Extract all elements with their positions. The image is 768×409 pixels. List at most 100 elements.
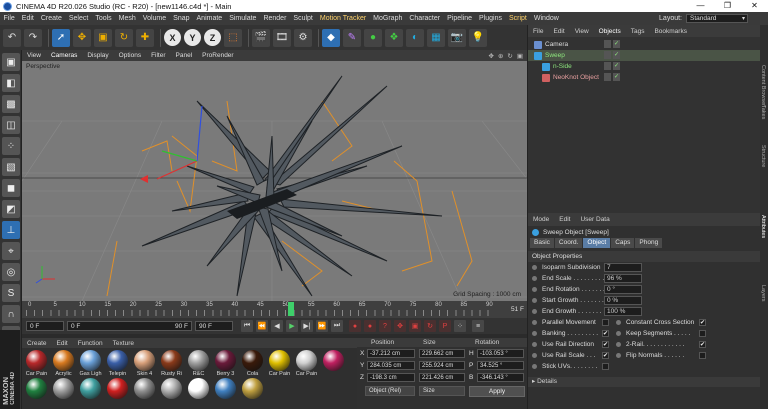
- deformer-icon[interactable]: ◐: [406, 28, 424, 47]
- menu-simulate[interactable]: Simulate: [226, 12, 260, 25]
- points-mode-icon[interactable]: ⁘: [2, 137, 20, 155]
- attribute-value-field[interactable]: 0 °: [604, 285, 642, 294]
- select-arrow-icon[interactable]: ➚: [52, 28, 70, 47]
- menu-mesh[interactable]: Mesh: [115, 12, 139, 25]
- preview-range-slider[interactable]: 0 F 90 F: [67, 321, 192, 331]
- checkbox-row[interactable]: Constant Cross Section ✔: [616, 317, 706, 328]
- record-rotation-icon[interactable]: ↻: [424, 320, 436, 332]
- material-swatch[interactable]: Cola: [240, 350, 265, 378]
- point-level-icon[interactable]: ⁘: [454, 320, 466, 332]
- object-row[interactable]: Sweep ✓: [528, 50, 760, 61]
- go-to-start-icon[interactable]: ⏮: [241, 320, 253, 332]
- side-tab-structure[interactable]: Structure: [760, 145, 766, 167]
- viewport-solo-icon[interactable]: ◎: [2, 263, 20, 281]
- material-swatch[interactable]: [186, 378, 211, 406]
- menu-mograph[interactable]: MoGraph: [370, 12, 406, 25]
- rotation-field[interactable]: 34.525 °: [477, 361, 524, 370]
- play-icon[interactable]: ▶: [286, 320, 298, 332]
- texture-mode-icon[interactable]: ▩: [2, 95, 20, 113]
- move-icon[interactable]: ✥: [73, 28, 91, 47]
- menu-sculpt[interactable]: Sculpt: [290, 12, 316, 25]
- menu-motion-tracker[interactable]: Motion Tracker: [316, 12, 369, 25]
- animate-dot-icon[interactable]: [616, 331, 621, 336]
- rotation-field[interactable]: -103.053 °: [477, 349, 524, 358]
- attribute-menu-user-data[interactable]: User Data: [575, 216, 614, 223]
- material-swatch[interactable]: R&C: [186, 350, 211, 378]
- animate-dot-icon[interactable]: [616, 320, 621, 325]
- animate-dot-icon[interactable]: [532, 287, 537, 292]
- material-menu-edit[interactable]: Edit: [52, 340, 73, 347]
- enabled-checkmark-icon[interactable]: ✓: [613, 51, 620, 59]
- tab-coord[interactable]: Coord.: [554, 238, 583, 248]
- object-row[interactable]: n-Side ✓: [528, 61, 760, 72]
- render-picture-viewer-icon[interactable]: 🎞: [273, 28, 291, 47]
- attribute-value-field[interactable]: 100 %: [604, 307, 642, 316]
- attribute-menu-edit[interactable]: Edit: [554, 216, 575, 223]
- checkbox-row[interactable]: Flip Normals . . . . . .: [616, 350, 706, 361]
- checkbox[interactable]: ✔: [699, 319, 706, 326]
- 3d-viewport[interactable]: Perspective Grid Spacing : 1000 cm: [22, 61, 527, 301]
- menu-snap[interactable]: Snap: [170, 12, 193, 25]
- menu-select[interactable]: Select: [65, 12, 91, 25]
- scale-icon[interactable]: ▣: [94, 28, 112, 47]
- maximize-button[interactable]: ❐: [714, 0, 741, 12]
- viewport-menu-display[interactable]: Display: [82, 52, 113, 59]
- material-swatch[interactable]: Skin 4: [132, 350, 157, 378]
- workplane-icon[interactable]: ◫: [2, 116, 20, 134]
- animate-dot-icon[interactable]: [532, 309, 537, 314]
- previous-key-icon[interactable]: ⏪: [256, 320, 268, 332]
- start-frame-field[interactable]: 0 F: [26, 321, 64, 331]
- checkbox-row[interactable]: Use Rail Direction ✔: [532, 339, 610, 350]
- menu-render[interactable]: Render: [260, 12, 290, 25]
- camera-icon[interactable]: 📷: [448, 28, 466, 47]
- rotate-icon[interactable]: ↻: [115, 28, 133, 47]
- checkbox-row[interactable]: Parallel Movement: [532, 317, 610, 328]
- undo-icon[interactable]: ↶: [3, 28, 21, 47]
- make-editable-icon[interactable]: ▣: [2, 53, 20, 71]
- material-swatch[interactable]: Rusty Ri: [159, 350, 184, 378]
- redo-icon[interactable]: ↷: [24, 28, 42, 47]
- next-frame-icon[interactable]: ▶|: [301, 320, 313, 332]
- checkbox[interactable]: ✔: [699, 341, 706, 348]
- spline-pen-icon[interactable]: ✎: [343, 28, 361, 47]
- animate-dot-icon[interactable]: [532, 276, 537, 281]
- menu-pipeline[interactable]: Pipeline: [444, 12, 476, 25]
- record-parameter-icon[interactable]: P: [439, 320, 451, 332]
- animate-dot-icon[interactable]: [532, 353, 537, 358]
- enable-axis-icon[interactable]: ⊥: [2, 221, 20, 239]
- close-button[interactable]: ✕: [741, 0, 768, 12]
- checkbox[interactable]: [699, 330, 706, 337]
- animate-dot-icon[interactable]: [616, 353, 621, 358]
- material-swatch[interactable]: Car Pain: [24, 350, 49, 378]
- menu-edit[interactable]: Edit: [18, 12, 37, 25]
- material-menu-function[interactable]: Function: [73, 340, 108, 347]
- attribute-menu-mode[interactable]: Mode: [528, 216, 554, 223]
- rotation-field[interactable]: -346.143 °: [477, 373, 524, 382]
- object-visibility-flags[interactable]: ✓: [604, 40, 620, 48]
- uv-mode-icon[interactable]: ◩: [2, 200, 20, 218]
- checkbox[interactable]: [699, 352, 706, 359]
- animate-dot-icon[interactable]: [532, 265, 537, 270]
- coordinate-mode-select[interactable]: Object (Rel): [365, 386, 415, 396]
- animate-dot-icon[interactable]: [532, 298, 537, 303]
- go-to-end-icon[interactable]: ⏭: [331, 320, 343, 332]
- menu-script[interactable]: Script: [505, 12, 530, 25]
- apply-button[interactable]: Apply: [469, 386, 525, 397]
- side-tab-content-browser[interactable]: Content Browser: [760, 65, 766, 106]
- array-icon[interactable]: ❖: [385, 28, 403, 47]
- tab-caps[interactable]: Caps: [611, 238, 635, 248]
- menu-plugins[interactable]: Plugins: [476, 12, 506, 25]
- viewport-menu-cameras[interactable]: Cameras: [46, 52, 82, 59]
- next-key-icon[interactable]: ⏩: [316, 320, 328, 332]
- size-field[interactable]: 255.924 cm: [419, 361, 465, 370]
- object-row[interactable]: NeoKnot Object ✓: [528, 72, 760, 83]
- animate-dot-icon[interactable]: [532, 364, 537, 369]
- end-frame-field[interactable]: 90 F: [195, 321, 233, 331]
- edges-mode-icon[interactable]: ▧: [2, 158, 20, 176]
- object-menu-objects[interactable]: Objects: [594, 28, 626, 35]
- z-axis-button[interactable]: Z: [204, 29, 221, 46]
- checkbox-row[interactable]: 2-Rail. . . . . . . . . . . . ✔: [616, 339, 706, 350]
- cube-icon[interactable]: ◆: [322, 28, 340, 47]
- editor-visibility-dot[interactable]: [604, 73, 611, 81]
- subdivision-icon[interactable]: ●: [364, 28, 382, 47]
